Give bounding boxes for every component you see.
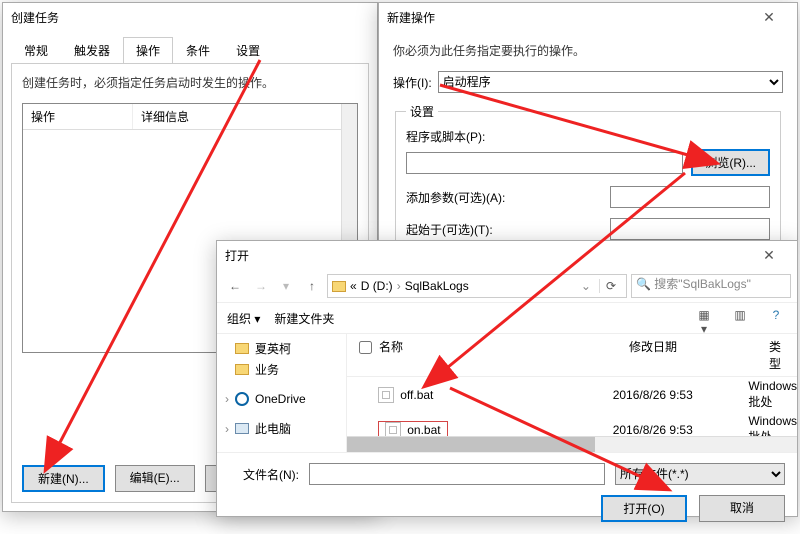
action-type-row: 操作(I): 启动程序 — [393, 71, 783, 93]
cancel-button[interactable]: 取消 — [699, 495, 785, 522]
open-file-dialog: 打开 ✕ ← → ▾ ↑ « D (D:) › SqlBakLogs ⌄ ⟳ 🔍… — [216, 240, 798, 517]
file-list-h-scrollbar[interactable] — [347, 436, 797, 452]
action-type-select[interactable]: 启动程序 — [438, 71, 783, 93]
nav-item-thispc[interactable]: ›此电脑 — [217, 418, 346, 439]
file-list-header: 名称 修改日期 类型 — [347, 334, 797, 377]
add-args-row: 添加参数(可选)(A): — [406, 186, 770, 208]
search-icon: 🔍 — [636, 277, 651, 291]
nav-up-icon[interactable]: ↑ — [301, 275, 323, 297]
new-action-title: 新建操作 — [387, 9, 749, 26]
search-box[interactable]: 🔍 搜索"SqlBakLogs" — [631, 274, 791, 298]
open-dialog-bottombar: 文件名(N): 所有文件(*.*) 打开(O) 取消 — [217, 452, 797, 534]
address-dropdown-icon[interactable]: ⌄ — [577, 279, 595, 293]
checkbox-header[interactable] — [347, 334, 371, 376]
tab-actions[interactable]: 操作 — [123, 37, 173, 63]
open-dialog-title: 打开 — [225, 247, 749, 264]
new-action-button[interactable]: 新建(N)... — [22, 465, 105, 492]
browse-button[interactable]: 浏览(R)... — [691, 149, 770, 176]
breadcrumb-drive[interactable]: D (D:) — [361, 279, 393, 293]
folder-icon — [235, 364, 249, 375]
open-dialog-buttons: 打开(O) 取消 — [229, 495, 785, 522]
address-refresh-icon[interactable]: ⟳ — [599, 279, 622, 293]
folder-icon — [332, 281, 346, 292]
filename-input[interactable] — [309, 463, 605, 485]
nav-item-onedrive[interactable]: ›OneDrive — [217, 390, 346, 408]
tab-conditions[interactable]: 条件 — [173, 37, 223, 63]
folder-icon — [235, 343, 249, 354]
create-task-title: 创建任务 — [11, 9, 369, 26]
breadcrumb-ll[interactable]: « — [350, 279, 357, 293]
file-row[interactable]: off.bat 2016/8/26 9:53 Windows 批处 — [347, 377, 797, 412]
file-filter-select[interactable]: 所有文件(*.*) — [615, 463, 785, 485]
preview-pane-icon[interactable]: ▥ — [729, 307, 751, 329]
col-type-header[interactable]: 类型 — [761, 334, 797, 376]
nav-back-icon[interactable]: ← — [223, 275, 245, 297]
add-args-label: 添加参数(可选)(A): — [406, 189, 602, 206]
start-in-input[interactable] — [610, 218, 770, 240]
open-dialog-titlebar: 打开 ✕ — [217, 241, 797, 270]
view-options-icon[interactable]: ▦ ▾ — [693, 307, 715, 329]
start-in-row: 起始于(可选)(T): — [406, 218, 770, 240]
tab-triggers[interactable]: 触发器 — [61, 37, 123, 63]
program-label: 程序或脚本(P): — [406, 128, 770, 145]
breadcrumb-folder[interactable]: SqlBakLogs — [405, 279, 469, 293]
close-icon[interactable]: ✕ — [749, 9, 789, 26]
new-action-hint: 你必须为此任务指定要执行的操作。 — [393, 42, 783, 59]
open-dialog-navbar: ← → ▾ ↑ « D (D:) › SqlBakLogs ⌄ ⟳ 🔍 搜索"S… — [217, 270, 797, 302]
col-modified-header[interactable]: 修改日期 — [621, 334, 761, 376]
open-dialog-toolbar: 组织 ▾ 新建文件夹 ▦ ▾ ▥ ? — [217, 302, 797, 334]
organize-menu[interactable]: 组织 ▾ — [227, 310, 260, 327]
nav-forward-icon[interactable]: → — [249, 275, 271, 297]
navigation-pane[interactable]: 夏英柯 业务 ›OneDrive ›此电脑 — [217, 334, 347, 452]
bat-file-icon — [378, 387, 394, 403]
tab-settings[interactable]: 设置 — [223, 37, 273, 63]
nav-item-folder2[interactable]: 业务 — [217, 359, 346, 380]
create-task-titlebar: 创建任务 — [3, 3, 377, 32]
edit-action-button[interactable]: 编辑(E)... — [115, 465, 195, 492]
nav-item-folder1[interactable]: 夏英柯 — [217, 338, 346, 359]
filename-label: 文件名(N): — [229, 466, 299, 483]
address-bar[interactable]: « D (D:) › SqlBakLogs ⌄ ⟳ — [327, 274, 627, 298]
start-in-label: 起始于(可选)(T): — [406, 221, 602, 238]
new-action-titlebar: 新建操作 ✕ — [379, 3, 797, 32]
action-settings-legend: 设置 — [406, 103, 438, 120]
add-args-input[interactable] — [610, 186, 770, 208]
filename-row: 文件名(N): 所有文件(*.*) — [229, 463, 785, 485]
actions-listview-header: 操作 详细信息 — [23, 104, 357, 130]
open-dialog-close-icon[interactable]: ✕ — [749, 247, 789, 264]
col-details-header[interactable]: 详细信息 — [133, 104, 357, 129]
create-task-tabs: 常规 触发器 操作 条件 设置 — [11, 37, 369, 64]
chevron-right-icon: › — [225, 392, 229, 406]
action-type-label: 操作(I): — [393, 74, 432, 91]
col-name-header[interactable]: 名称 — [371, 334, 621, 376]
open-button[interactable]: 打开(O) — [601, 495, 687, 522]
col-action-header[interactable]: 操作 — [23, 104, 133, 129]
help-icon[interactable]: ? — [765, 307, 787, 329]
onedrive-icon — [235, 392, 249, 406]
file-list-pane[interactable]: 名称 修改日期 类型 off.bat 2016/8/26 9:53 Window… — [347, 334, 797, 452]
program-row: 浏览(R)... — [406, 149, 770, 176]
new-folder-button[interactable]: 新建文件夹 — [274, 310, 334, 327]
tab-general[interactable]: 常规 — [11, 37, 61, 63]
nav-recent-icon[interactable]: ▾ — [275, 275, 297, 297]
chevron-right-icon: › — [397, 279, 401, 293]
pc-icon — [235, 423, 249, 434]
new-action-window: 新建操作 ✕ 你必须为此任务指定要执行的操作。 操作(I): 启动程序 设置 程… — [378, 2, 798, 242]
open-dialog-body: 夏英柯 业务 ›OneDrive ›此电脑 名称 修改日期 类型 off.bat… — [217, 334, 797, 452]
search-placeholder: 搜索"SqlBakLogs" — [654, 277, 751, 291]
chevron-right-icon: › — [225, 422, 229, 436]
program-script-input[interactable] — [406, 152, 683, 174]
actions-hint: 创建任务时，必须指定任务启动时发生的操作。 — [22, 74, 358, 91]
